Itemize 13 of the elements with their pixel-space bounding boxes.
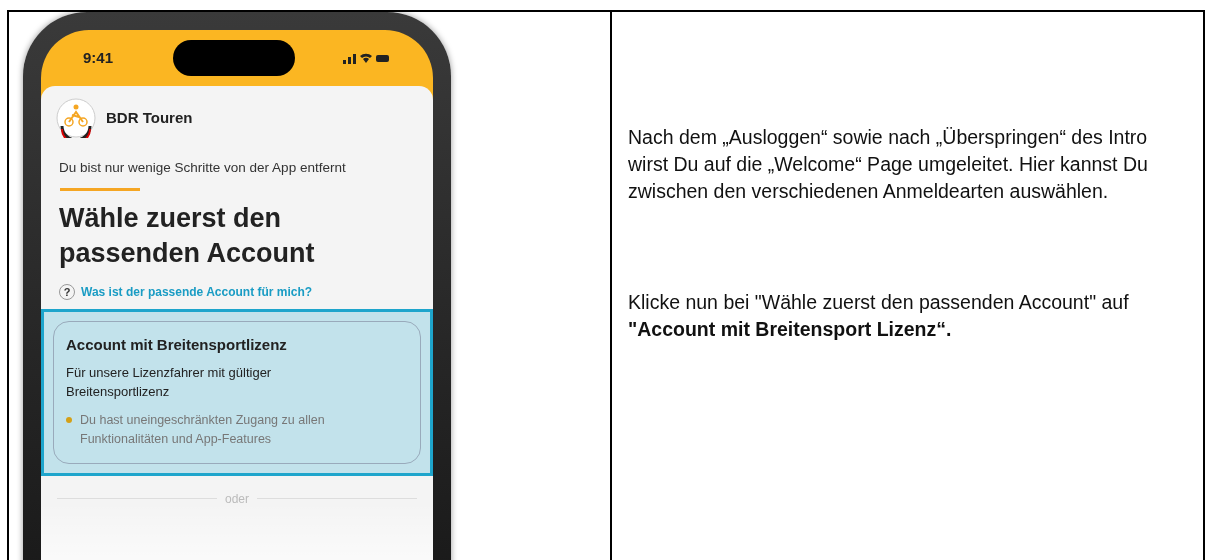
separator-label: oder: [225, 490, 249, 508]
status-time: 9:41: [83, 47, 114, 68]
instruction-paragraph: Nach dem „Ausloggen“ sowie nach „Überspringen“ des Intro wirst Du auf die „Welcome“ Page umgeleitet. Hier kannst Du zwischen den verschiedenen Anmeldearten auswählen.: [628, 125, 1149, 204]
account-option[interactable]: Account mit Breitensportlizenz Für unsere Lizenzfahrer mit gültiger Breitensportlizenz Du hast uneingeschränkten Zugang zu allen Funktionalitäten und App-Features: [41, 309, 433, 476]
app-name: BDR Touren: [106, 107, 193, 128]
status-icons: [343, 52, 391, 64]
option-title: Account mit Breitensportlizenz: [66, 335, 288, 356]
cyclists-logo-icon: [56, 98, 96, 138]
option-description: Für unsere Lizenzfahrer mit gültiger Breitensportlizenz: [66, 363, 273, 401]
instruction-paragraph: Klicke nun bei "Wähle zuerst den passenden Account" auf "Account mit Breitensport Lizenz“.: [628, 290, 1130, 342]
feature-text: Du hast uneingeschränkten Zugang zu allen Funktionalitäten und App-Features: [80, 411, 326, 448]
heading: Wähle zuerst den passenden Account: [58, 202, 316, 271]
subtitle: Du bist nur wenige Schritte von der App entfernt: [58, 159, 347, 177]
